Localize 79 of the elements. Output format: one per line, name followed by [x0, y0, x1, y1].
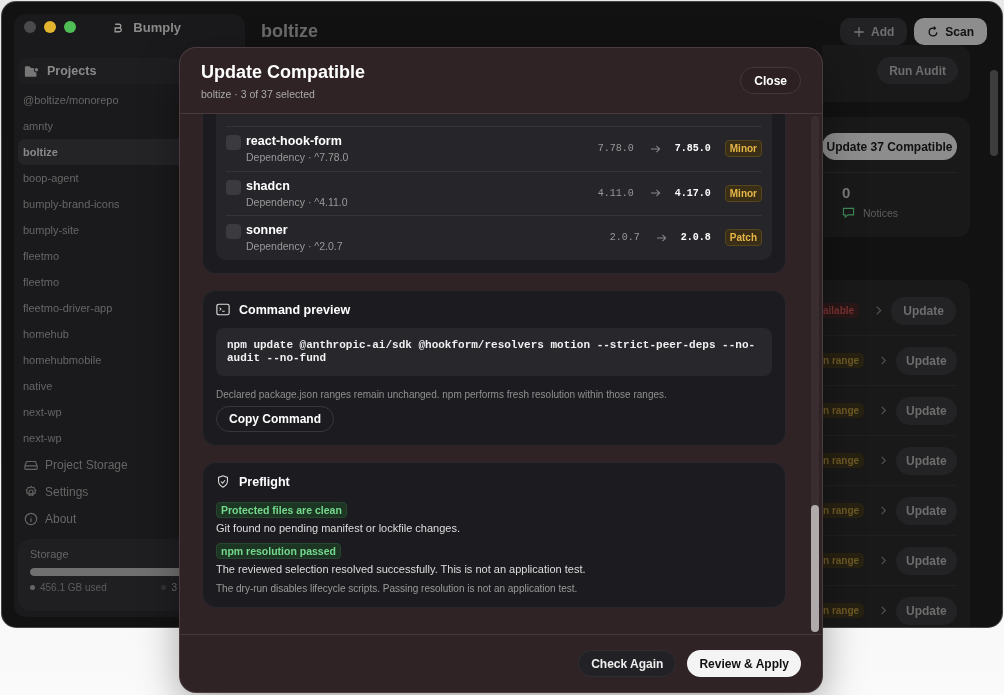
- command-title: Command preview: [239, 302, 351, 317]
- notices-label: Notices: [863, 206, 898, 219]
- status-badge: ailable: [822, 303, 860, 318]
- preflight-title: Preflight: [239, 474, 290, 489]
- arrow-icon: [655, 232, 667, 243]
- projects-title: Projects: [47, 64, 97, 78]
- bump-badge: Minor: [724, 184, 762, 202]
- chevron-icon[interactable]: [880, 405, 887, 416]
- scan-button[interactable]: Scan: [914, 18, 987, 45]
- close-button[interactable]: Close: [740, 67, 801, 94]
- update-button[interactable]: Update: [895, 346, 957, 375]
- command-code: npm update @anthropic-ai/sdk @hookform/resolvers motion --strict-peer-deps --no-audit --no-fund: [216, 327, 772, 376]
- status-badge: n range: [822, 403, 865, 418]
- preflight-note: The dry-run disables lifecycle scripts. Passing resolution is not an application test.: [216, 582, 579, 594]
- notices-count: 0: [842, 184, 852, 201]
- update-button[interactable]: Update: [895, 496, 957, 525]
- review-apply-button[interactable]: Review & Apply: [687, 650, 801, 677]
- run-audit-button[interactable]: Run Audit: [877, 57, 958, 84]
- chat-icon: [842, 206, 855, 219]
- status-badge: n range: [822, 603, 865, 618]
- package-detail: Dependency · ^2.0.7: [246, 240, 344, 253]
- bump-badge: Patch: [724, 229, 762, 247]
- package-name: shadcn: [246, 178, 291, 193]
- chevron-icon[interactable]: [880, 555, 887, 566]
- refresh-icon: [927, 25, 940, 38]
- check-again-button[interactable]: Check Again: [578, 650, 677, 677]
- status-badge: n range: [822, 503, 865, 518]
- current-version: 4.11.0: [597, 187, 634, 199]
- package-detail: Dependency · ^4.11.0: [246, 195, 349, 208]
- gear-icon: [24, 484, 38, 499]
- status-badge: n range: [822, 453, 865, 468]
- add-button[interactable]: Add: [840, 18, 908, 45]
- status-badge: n range: [822, 553, 865, 568]
- check-text: The reviewed selection resolved successfully. This is not an application test.: [216, 562, 587, 575]
- command-note: Declared package.json ranges remain unchanged. npm performs fresh resolution within those ranges.: [216, 388, 668, 400]
- nav-item[interactable]: Project Storage: [18, 451, 241, 478]
- scrollbar-thumb[interactable]: [990, 70, 998, 156]
- zoom-window-icon[interactable]: [64, 21, 76, 33]
- copy-command-button[interactable]: Copy Command: [216, 405, 334, 432]
- bump-badge: Minor: [724, 140, 762, 158]
- close-window-icon[interactable]: [24, 21, 36, 33]
- chevron-icon[interactable]: [875, 305, 883, 316]
- update-button[interactable]: Update: [895, 546, 957, 575]
- chevron-icon[interactable]: [880, 605, 887, 616]
- legend-dot: [30, 585, 35, 590]
- status-badge: n range: [822, 353, 865, 368]
- project-title: boltize: [261, 20, 318, 42]
- target-version: 7.85.0: [674, 143, 711, 155]
- update-button[interactable]: Update: [895, 596, 957, 625]
- arrow-icon: [649, 188, 661, 199]
- package-name: sonner: [246, 223, 289, 238]
- update-button[interactable]: Update: [895, 446, 957, 475]
- terminal-icon: [216, 303, 230, 316]
- chevron-icon[interactable]: [880, 455, 887, 466]
- current-version: 2.0.7: [609, 232, 640, 244]
- shield-check-icon: [216, 475, 230, 488]
- update-button[interactable]: Update: [891, 296, 957, 325]
- storage-free: 3: [171, 582, 177, 593]
- minimize-window-icon[interactable]: [44, 21, 56, 33]
- target-version: 2.0.8: [680, 232, 711, 244]
- plus-icon: [853, 25, 865, 38]
- check-text: Git found no pending manifest or lockfile changes.: [216, 521, 461, 534]
- current-version: 7.78.0: [597, 143, 634, 155]
- arrow-icon: [649, 143, 661, 154]
- package-detail: Dependency · ^7.78.0: [246, 151, 350, 164]
- chevron-icon[interactable]: [880, 505, 887, 516]
- dialog-subtitle: boltize · 3 of 37 selected: [201, 87, 316, 100]
- update-button[interactable]: Update: [895, 396, 957, 425]
- chevron-icon[interactable]: [880, 355, 887, 366]
- app-name: Bumply: [133, 19, 181, 35]
- package-name: react-hook-form: [246, 134, 343, 149]
- info-icon: [24, 511, 38, 526]
- check-badge: npm resolution passed: [216, 542, 341, 559]
- scrollbar-thumb[interactable]: [811, 505, 819, 632]
- check-badge: Protected files are clean: [216, 501, 347, 518]
- folder-icon: [24, 64, 40, 78]
- update-all-button[interactable]: Update 37 Compatible: [822, 133, 957, 160]
- storage-used: 456.1 GB used: [40, 582, 107, 593]
- target-version: 4.17.0: [674, 187, 711, 199]
